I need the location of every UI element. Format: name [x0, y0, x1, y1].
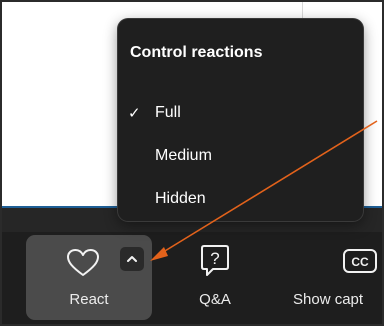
closed-captions-icon: CC	[343, 249, 377, 273]
heart-icon	[67, 249, 99, 276]
svg-text:?: ?	[210, 249, 219, 268]
menu-item-full[interactable]: ✓ Full	[118, 100, 363, 128]
checkmark-icon: ✓	[128, 105, 141, 122]
menu-item-medium[interactable]: Medium	[118, 143, 363, 171]
control-reactions-menu: Control reactions ✓ Full Medium Hidden	[118, 19, 363, 221]
menu-item-hidden[interactable]: Hidden	[118, 186, 363, 214]
question-bubble-icon: ?	[201, 245, 229, 276]
app-window: React ? Q&A CC Show capt Control reactio…	[0, 0, 384, 326]
react-label: React	[69, 291, 109, 308]
menu-item-label: Full	[155, 104, 181, 121]
menu-item-label: Medium	[155, 147, 212, 164]
reactions-menu-toggle[interactable]	[120, 247, 144, 271]
menu-title: Control reactions	[130, 44, 263, 61]
svg-text:CC: CC	[351, 255, 369, 269]
qa-label: Q&A	[199, 291, 231, 308]
chevron-up-icon	[127, 256, 137, 262]
show-captions-label: Show capt	[293, 291, 364, 308]
menu-item-label: Hidden	[155, 190, 206, 207]
